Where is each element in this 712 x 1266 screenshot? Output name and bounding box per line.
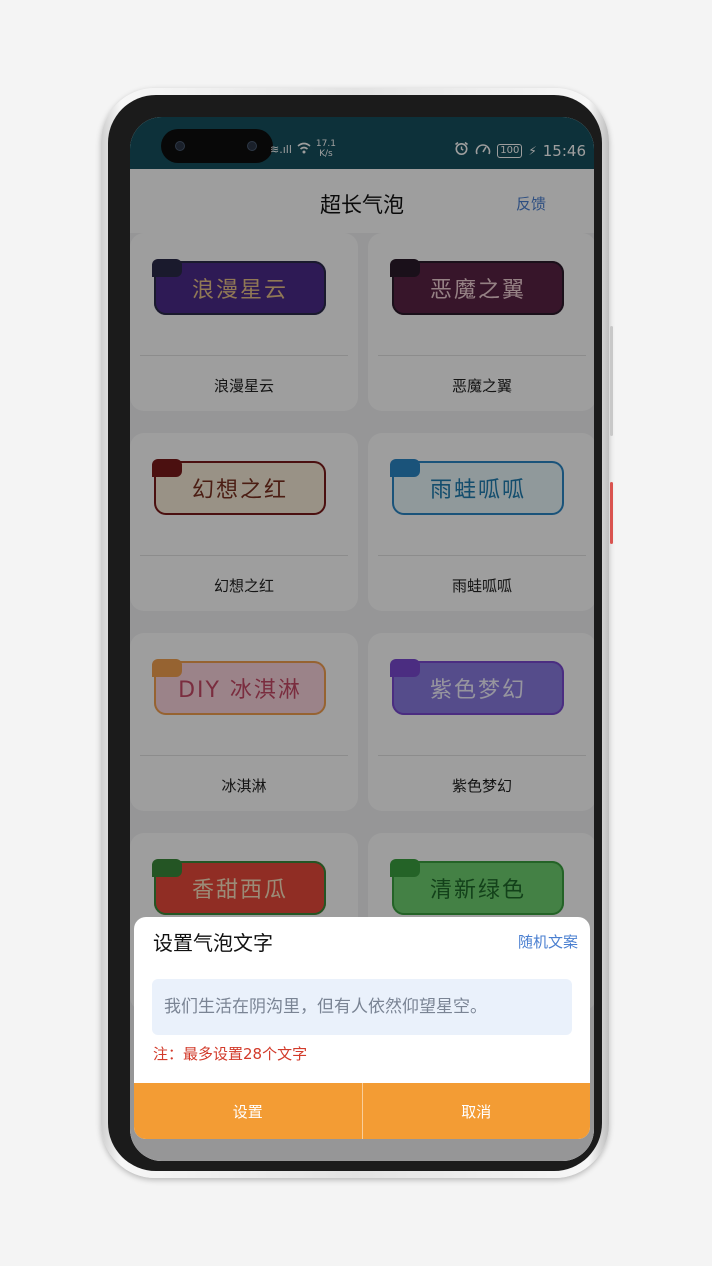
screen: ≋.ıll 17.1 K/s 100 ⚡ 15:46 超长气泡 反馈 浪漫星云 … <box>130 117 594 1161</box>
cancel-button[interactable]: 取消 <box>363 1083 591 1139</box>
dialog-actions: 设置 取消 <box>134 1083 590 1139</box>
bubble-text-input[interactable] <box>152 979 572 1035</box>
phone-frame: ≋.ıll 17.1 K/s 100 ⚡ 15:46 超长气泡 反馈 浪漫星云 … <box>101 88 613 1178</box>
phone-bezel: ≋.ıll 17.1 K/s 100 ⚡ 15:46 超长气泡 反馈 浪漫星云 … <box>108 95 602 1171</box>
set-button[interactable]: 设置 <box>134 1083 363 1139</box>
volume-button <box>610 326 613 436</box>
random-copy-link[interactable]: 随机文案 <box>518 931 578 952</box>
max-length-note: 注：最多设置28个文字 <box>153 1045 308 1063</box>
power-button <box>610 482 613 544</box>
dialog-title: 设置气泡文字 <box>153 931 273 955</box>
set-bubble-text-dialog: 设置气泡文字 随机文案 注：最多设置28个文字 设置 取消 <box>134 917 590 1139</box>
